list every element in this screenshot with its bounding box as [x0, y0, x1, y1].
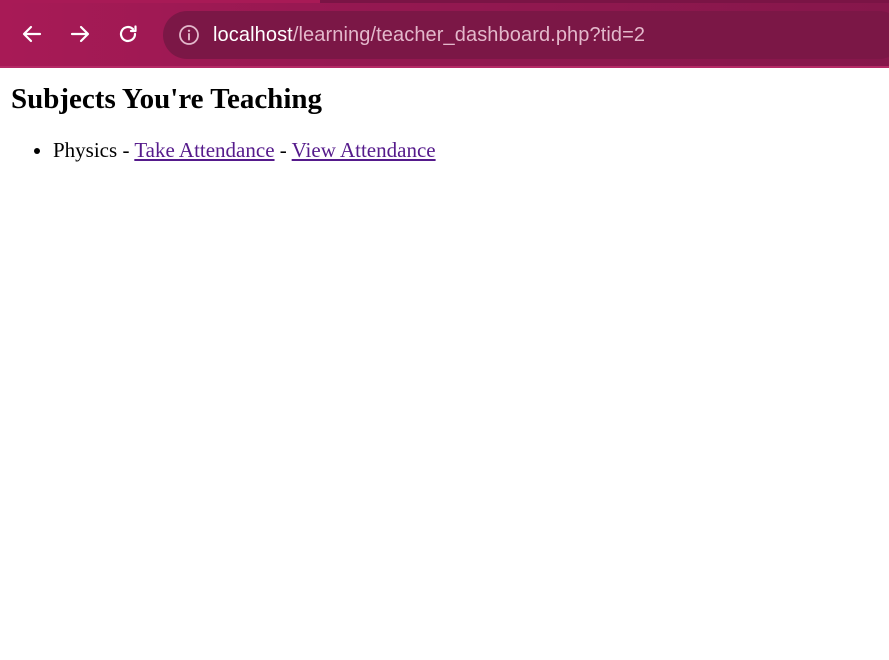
url-host: localhost	[213, 23, 293, 46]
view-attendance-link[interactable]: View Attendance	[292, 138, 436, 162]
page-content: Subjects You're Teaching Physics - Take …	[0, 82, 889, 162]
url-text[interactable]: localhost/learning/teacher_dashboard.php…	[213, 24, 645, 47]
subject-name: Physics	[53, 138, 118, 162]
page-title: Subjects You're Teaching	[11, 83, 322, 115]
separator: -	[274, 138, 292, 162]
subject-list: Physics - Take Attendance - View Attenda…	[11, 138, 878, 162]
browser-toolbar: localhost/learning/teacher_dashboard.php…	[0, 0, 889, 68]
tab-strip-edge	[0, 0, 889, 3]
forward-button[interactable]	[62, 16, 98, 52]
info-circle-icon[interactable]	[177, 23, 201, 47]
address-bar[interactable]: localhost/learning/teacher_dashboard.php…	[163, 11, 889, 59]
reload-icon	[116, 22, 140, 46]
take-attendance-link[interactable]: Take Attendance	[134, 138, 274, 162]
separator: -	[117, 138, 135, 162]
back-arrow-icon	[20, 22, 44, 46]
back-button[interactable]	[14, 16, 50, 52]
reload-button[interactable]	[110, 16, 146, 52]
list-item: Physics - Take Attendance - View Attenda…	[53, 138, 878, 162]
url-path: /learning/teacher_dashboard.php?tid=2	[292, 23, 646, 46]
forward-arrow-icon	[68, 22, 92, 46]
active-tab-edge	[0, 0, 320, 3]
